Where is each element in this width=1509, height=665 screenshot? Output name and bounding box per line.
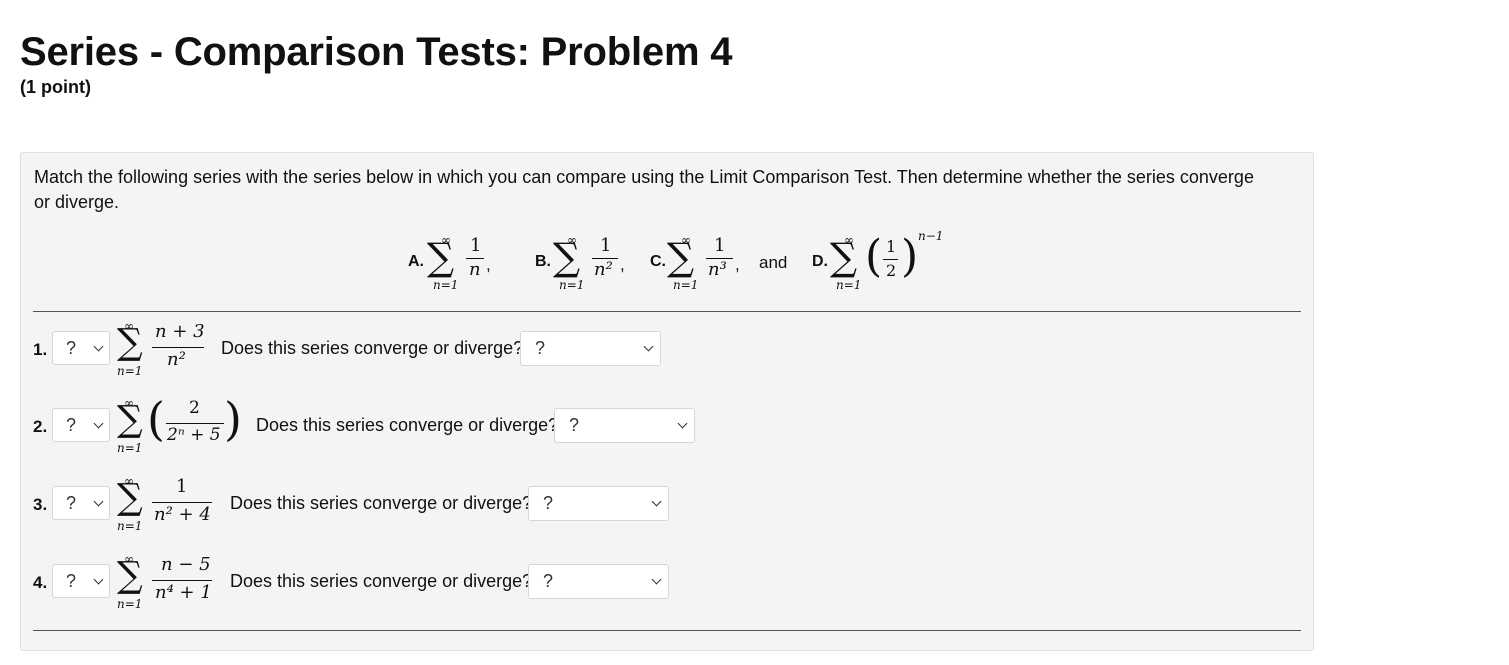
chevron-down-icon [651,574,662,585]
sum-lower-limit: n=1 [433,278,459,292]
sigma-symbol: ∑ [553,235,581,279]
converge-diverge-select[interactable]: ? [528,564,669,599]
fraction-numerator: 1 [714,235,726,256]
left-paren: ( [147,392,165,446]
chevron-down-icon [643,341,654,352]
exponent: n−1 [918,229,944,243]
sum-lower-limit: n=1 [117,519,143,533]
choice-letter: A. [408,253,424,270]
match-select[interactable]: ? [52,486,110,520]
converge-diverge-select[interactable]: ? [554,408,695,443]
fraction-numerator: 1 [176,476,188,497]
problem-row-2: 2. ? ∞ ∑ n=1 ( 2 2ⁿ + 5 ) Does this seri… [21,390,1311,468]
problem-row-1: 1. ? ∞ ∑ n=1 n + 3 n² Does this series c… [21,313,1311,391]
sigma-symbol: ∑ [427,235,455,279]
match-select[interactable]: ? [52,331,110,365]
and-word: and [759,253,788,272]
match-select[interactable]: ? [52,408,110,442]
chevron-down-icon [93,418,104,429]
match-select[interactable]: ? [52,564,110,598]
sum-lower-limit: n=1 [559,278,585,292]
fraction-numerator: n + 3 [155,321,205,342]
fraction-denominator: n² [167,349,186,370]
chevron-down-icon [651,496,662,507]
fraction-denominator: n⁴ + 1 [155,582,212,603]
problem-number: 4. [33,573,48,592]
divider [33,311,1301,312]
fraction-denominator: n² + 4 [154,504,211,525]
question-text: Does this series converge or diverge? [256,415,559,435]
problem-row-4: 4. ? ∞ ∑ n=1 n − 5 n⁴ + 1 Does this seri… [21,546,1311,624]
choice-letter: B. [535,253,551,270]
chevron-down-icon [93,574,104,585]
sum-lower-limit: n=1 [117,597,143,611]
left-paren: ( [865,231,883,282]
converge-diverge-select[interactable]: ? [520,331,661,366]
fraction-denominator: 2 [886,261,897,280]
chevron-down-icon [93,341,104,352]
right-paren: ) [901,231,919,282]
chevron-down-icon [677,418,688,429]
sigma-symbol: ∑ [830,235,858,279]
fraction-denominator: n [469,259,481,280]
comparison-series-choices: A. ∞ ∑ n=1 1 n , B. ∞ ∑ n=1 1 n² , C. ∞ … [408,229,944,292]
chevron-down-icon [93,496,104,507]
divider [33,630,1301,631]
sigma-symbol: ∑ [667,235,695,279]
question-text: Does this series converge or diverge? [230,493,533,513]
sigma-symbol: ∑ [117,399,143,440]
right-paren: ) [224,392,242,446]
fraction-numerator: 1 [470,235,482,256]
fraction-numerator: 1 [600,235,612,256]
question-text: Does this series converge or diverge? [221,338,524,358]
instructions-text: Match the following series with the seri… [34,167,1254,212]
choice-letter: D. [812,253,828,270]
question-text: Does this series converge or diverge? [230,571,533,591]
choice-letter: C. [650,253,666,270]
sum-lower-limit: n=1 [117,364,143,378]
problem-number: 3. [33,495,48,514]
sum-lower-limit: n=1 [836,278,862,292]
problem-number: 1. [33,340,48,359]
sigma-symbol: ∑ [117,477,143,518]
fraction-denominator: 2ⁿ + 5 [167,425,221,445]
converge-diverge-select[interactable]: ? [528,486,669,521]
problem-row-3: 3. ? ∞ ∑ n=1 1 n² + 4 Does this series c… [21,468,1311,546]
fraction-numerator: 2 [189,398,200,418]
sigma-symbol: ∑ [117,555,143,596]
fraction-denominator: n² [594,259,613,280]
problem-panel: Match the following series with the seri… [20,152,1314,651]
page-title: Series - Comparison Tests: Problem 4 [20,30,733,74]
sigma-symbol: ∑ [117,322,143,363]
sum-lower-limit: n=1 [673,278,699,292]
fraction-numerator: n − 5 [161,554,211,575]
problem-number: 2. [33,417,48,436]
fraction-numerator: 1 [886,237,897,256]
points-label: (1 point) [20,77,91,97]
sum-lower-limit: n=1 [117,441,143,455]
fraction-denominator: n³ [708,259,727,280]
